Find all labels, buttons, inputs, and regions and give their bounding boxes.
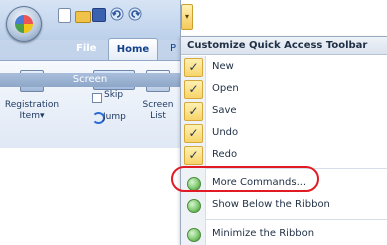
menu-item-label: Minimize the Ribbon [212, 228, 315, 239]
jump-button[interactable]: Jump [103, 112, 126, 122]
screen-list-button[interactable]: Screen List [136, 100, 180, 122]
registration-label-line1: Registration [4, 100, 60, 110]
group-label-screen: Screen [0, 73, 180, 87]
menu-item-label: Show Below the Ribbon [212, 199, 330, 210]
highlight-annotation-ring [171, 166, 319, 192]
menu-item-open[interactable]: ✓ Open [181, 78, 387, 100]
dropdown-arrow-icon: ▾ [39, 111, 45, 121]
open-folder-icon[interactable] [75, 11, 91, 23]
skip-label: Skip [104, 90, 124, 100]
screen-list-label-line1: Screen [142, 100, 174, 110]
tab-file[interactable]: File [76, 43, 96, 54]
menu-item-label: Undo [212, 127, 239, 138]
save-icon[interactable] [92, 8, 106, 22]
menu-item-label: Open [212, 83, 239, 94]
skip-checkbox[interactable] [92, 93, 102, 103]
menu-item-new[interactable]: ✓ New [181, 56, 387, 78]
menu-item-undo[interactable]: ✓ Undo [181, 122, 387, 144]
screen-list-label-line2: List [150, 111, 166, 121]
menu-title: Customize Quick Access Toolbar [181, 37, 387, 55]
green-gem-icon [187, 228, 201, 242]
tab-home[interactable]: Home [108, 38, 158, 61]
application-menu-button[interactable] [6, 6, 42, 42]
undo-icon[interactable] [110, 7, 124, 21]
app-logo-icon [15, 15, 33, 33]
menu-item-label: New [212, 61, 234, 72]
checkmark-icon: ✓ [184, 102, 203, 121]
registration-item-button[interactable]: Registration Item▾ [0, 100, 64, 122]
application-window: File Home P Registration Item▾ Skip Jump… [0, 0, 181, 148]
customize-qat-dropdown-button[interactable]: ▾ [181, 4, 193, 30]
green-gem-icon [187, 199, 201, 213]
customize-quick-access-toolbar-menu: Customize Quick Access Toolbar ✓ New ✓ O… [180, 36, 387, 245]
menu-item-label: Redo [212, 149, 238, 160]
menu-separator [205, 219, 387, 220]
new-document-icon[interactable] [58, 8, 71, 23]
menu-item-minimize-ribbon[interactable]: Minimize the Ribbon [181, 223, 387, 245]
tab-partial[interactable]: P [170, 43, 176, 54]
menu-item-label: Save [212, 105, 237, 116]
checkmark-icon: ✓ [184, 58, 203, 77]
registration-label-line2: Item [19, 111, 40, 121]
checkmark-icon: ✓ [184, 80, 203, 99]
menu-item-show-below-ribbon[interactable]: Show Below the Ribbon [181, 194, 387, 216]
chevron-down-icon: ▾ [184, 12, 189, 21]
checkmark-icon: ✓ [184, 146, 203, 165]
checkmark-icon: ✓ [184, 124, 203, 143]
redo-icon[interactable] [128, 7, 142, 21]
menu-item-redo[interactable]: ✓ Redo [181, 144, 387, 166]
menu-item-save[interactable]: ✓ Save [181, 100, 387, 122]
